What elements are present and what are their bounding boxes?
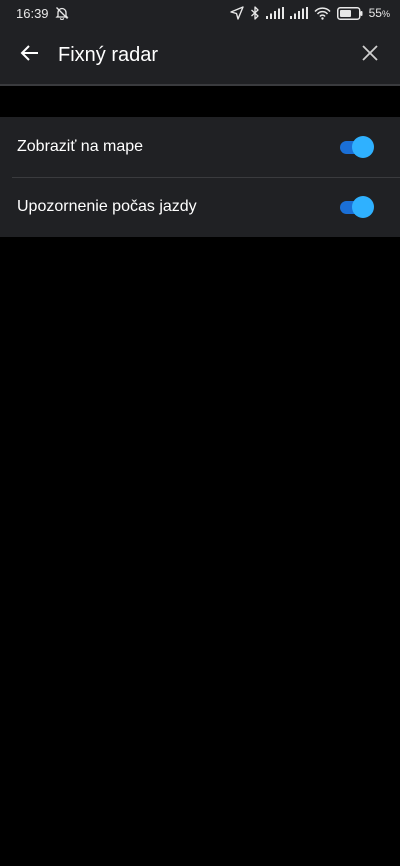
location-arrow-icon	[229, 6, 244, 20]
battery-icon	[336, 6, 363, 20]
status-left: 16:39	[16, 6, 69, 21]
page-title: Fixný radar	[58, 43, 159, 66]
settings-list: Zobraziť na mape Upozornenie počas jazdy	[0, 117, 400, 237]
app-bar-divider	[0, 84, 400, 86]
status-time: 16:39	[16, 5, 49, 21]
bluetooth-icon	[250, 6, 260, 20]
battery-percentage: 55%	[369, 6, 390, 20]
signal-icon-secondary	[289, 7, 308, 19]
status-bar: 16:39 55%	[0, 0, 400, 26]
bell-muted-icon	[54, 6, 69, 20]
setting-row-driving-alert[interactable]: Upozornenie počas jazdy	[0, 177, 400, 237]
toggle-knob	[352, 136, 374, 158]
app-bar: Fixný radar	[0, 26, 400, 84]
battery-unit: %	[381, 9, 390, 19]
setting-row-show-on-map[interactable]: Zobraziť na mape	[0, 117, 400, 177]
arrow-left-icon	[19, 42, 41, 69]
toggle-knob	[352, 196, 374, 218]
show-on-map-toggle[interactable]	[340, 136, 374, 158]
close-button[interactable]	[356, 41, 384, 69]
battery-value: 55	[368, 6, 382, 20]
wifi-icon	[314, 6, 331, 20]
close-icon	[361, 44, 379, 67]
signal-icon	[265, 7, 284, 19]
back-button[interactable]	[16, 41, 44, 69]
setting-label: Zobraziť na mape	[17, 138, 144, 155]
setting-label: Upozornenie počas jazdy	[17, 198, 197, 215]
driving-alert-toggle[interactable]	[340, 196, 374, 218]
status-right: 55%	[229, 6, 390, 20]
